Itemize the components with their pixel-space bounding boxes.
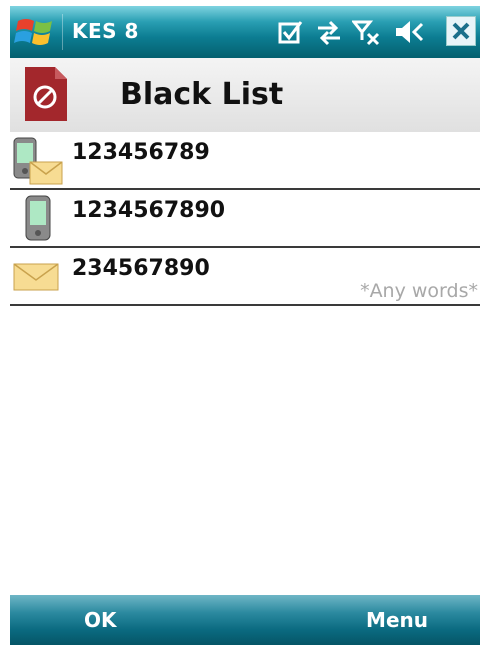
entry-number: 123456789	[72, 140, 210, 165]
entry-number: 234567890	[72, 256, 210, 281]
list-item[interactable]: 1234567890	[10, 190, 480, 248]
page-header: Black List	[10, 58, 480, 132]
list-item[interactable]: 234567890 *Any words*	[10, 248, 480, 306]
close-button[interactable]	[446, 16, 476, 46]
entry-number: 1234567890	[72, 198, 226, 223]
softkey-bar: OK Menu	[10, 595, 480, 645]
data-connection-icon[interactable]	[314, 18, 344, 46]
phone-icon	[25, 195, 51, 241]
windows-start-icon[interactable]	[14, 13, 58, 51]
ok-softkey[interactable]: OK	[84, 608, 117, 632]
status-separator	[62, 14, 63, 50]
status-bar: KES 8	[10, 6, 480, 58]
app-title: KES 8	[72, 19, 139, 43]
close-icon	[452, 22, 470, 40]
page-title: Black List	[120, 77, 284, 112]
tasks-icon[interactable]	[276, 18, 304, 46]
menu-softkey[interactable]: Menu	[366, 608, 428, 632]
sms-icon	[13, 263, 59, 291]
entry-filter: *Any words*	[360, 280, 478, 302]
black-list: 123456789 1234567890 234567890 *Any word…	[10, 132, 480, 306]
phone-and-sms-icon	[13, 137, 63, 185]
no-signal-icon[interactable]	[352, 18, 382, 46]
volume-mute-icon[interactable]	[394, 18, 428, 46]
list-item[interactable]: 123456789	[10, 132, 480, 190]
